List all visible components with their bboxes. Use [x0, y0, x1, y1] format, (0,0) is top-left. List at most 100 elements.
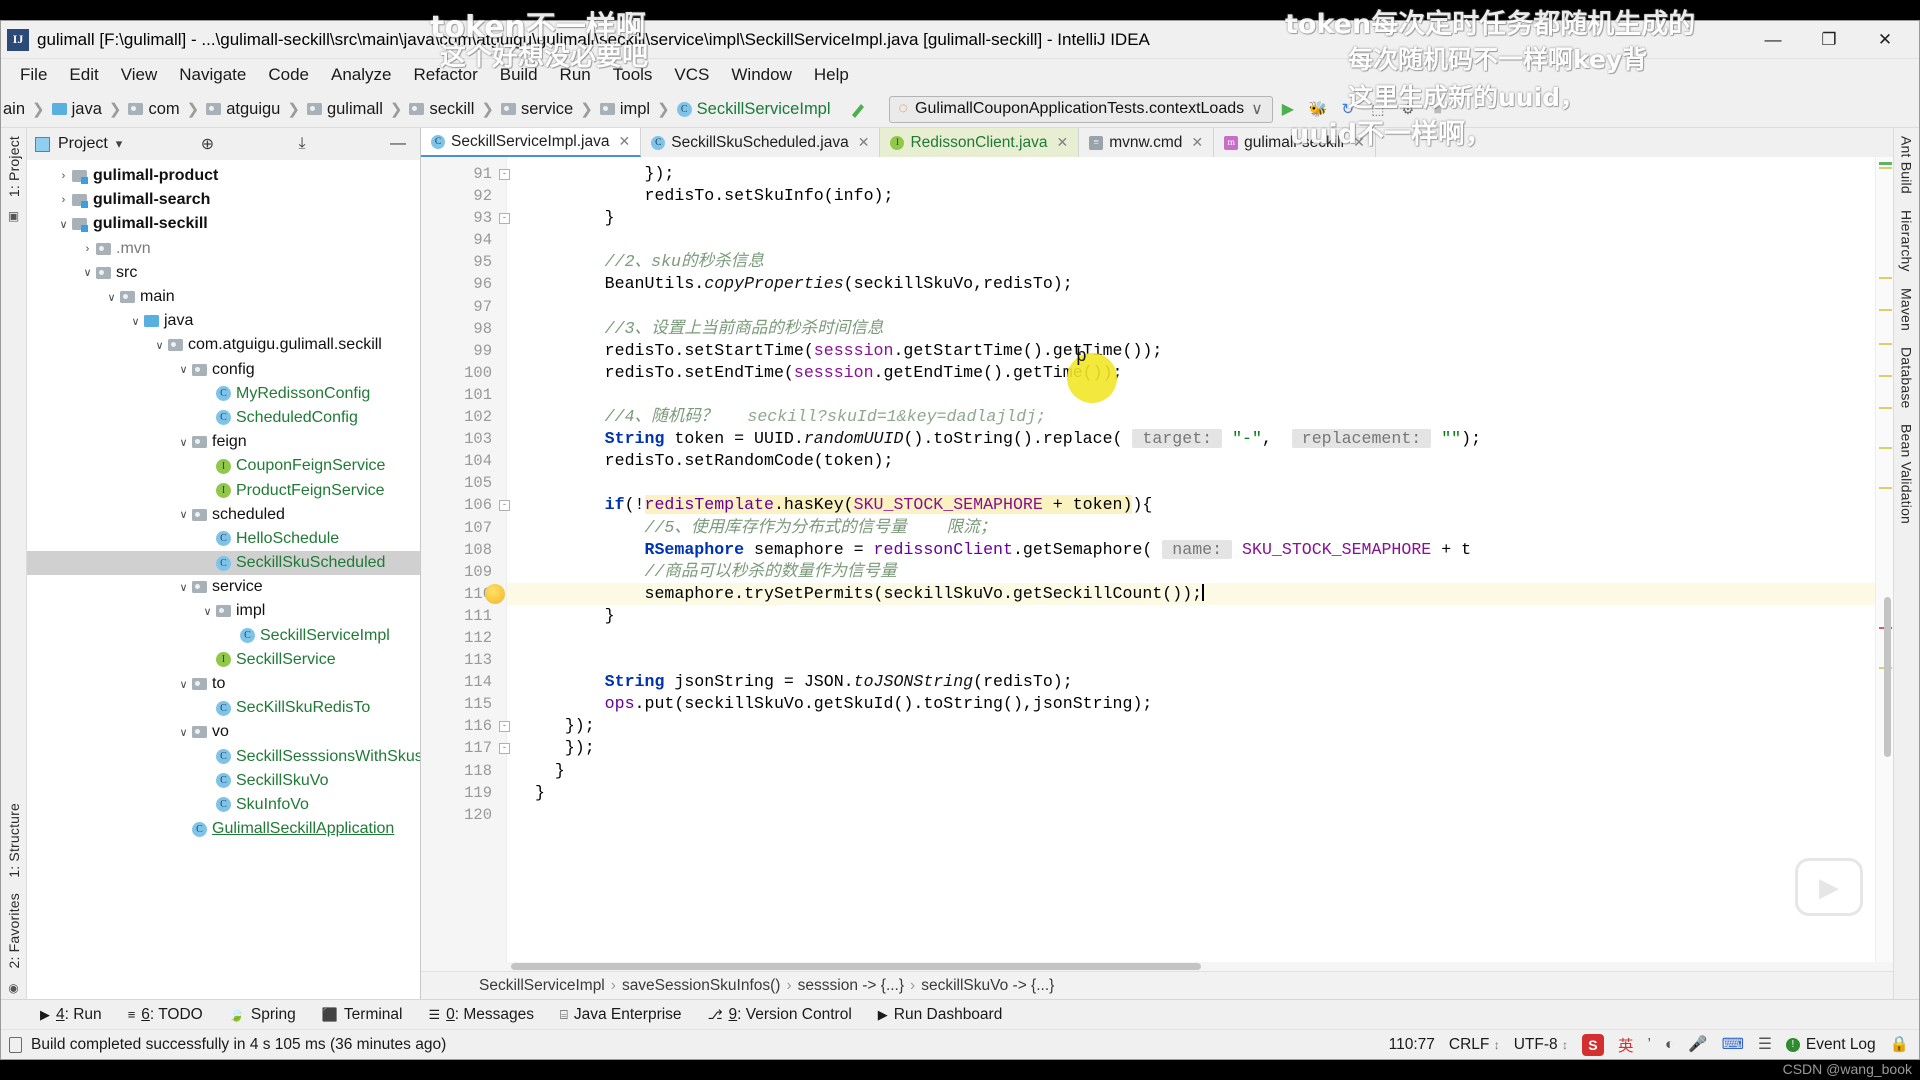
code-line[interactable]: redisTo.setSkuInfo(info); — [507, 185, 1875, 207]
close-tab-icon[interactable]: ✕ — [1056, 134, 1068, 151]
ime-mode-icon[interactable]: ◐ — [1665, 1036, 1674, 1054]
chevron-down-icon[interactable]: ∨ — [175, 508, 192, 521]
tool-window-database[interactable]: Database — [1899, 339, 1915, 417]
web-icon[interactable]: ◉ — [8, 981, 18, 995]
tool-window-button[interactable]: 🍃 Spring — [216, 1006, 309, 1024]
line-number[interactable]: 108 — [421, 539, 506, 561]
breadcrumb-item-gulimall[interactable]: gulimall — [327, 100, 383, 119]
keyboard-icon[interactable]: ⌨ — [1722, 1035, 1744, 1054]
tool-window-project[interactable]: 1: Project — [6, 128, 22, 205]
code-line[interactable] — [507, 229, 1875, 251]
tree-node[interactable]: C SeckillSkuVo — [27, 769, 420, 793]
tree-node[interactable]: ∨ gulimall-seckill — [27, 212, 420, 236]
tree-node[interactable]: ∨ feign — [27, 430, 420, 454]
run-button[interactable]: ▶ — [1275, 96, 1301, 122]
line-number[interactable]: 111 — [421, 605, 506, 627]
breadcrumb-item-service[interactable]: service — [521, 100, 573, 119]
chevron-down-icon[interactable]: ∨ — [151, 339, 168, 352]
intention-bulb-icon[interactable] — [485, 583, 505, 604]
line-number[interactable]: 102 — [421, 406, 506, 428]
line-number[interactable]: 107 — [421, 517, 506, 539]
close-button[interactable]: ✕ — [1857, 23, 1913, 57]
line-number[interactable]: 104 — [421, 450, 506, 472]
chevron-down-icon[interactable]: ∨ — [1251, 99, 1263, 119]
line-number[interactable]: 99 — [421, 340, 506, 362]
menu-vcs[interactable]: VCS — [663, 61, 720, 89]
code-line[interactable]: } — [507, 207, 1875, 229]
tool-window-button[interactable]: ⎇ 9: Version Control — [695, 1006, 865, 1024]
coverage-button[interactable]: ⬚ — [1365, 96, 1391, 122]
line-number[interactable]: 112 — [421, 627, 506, 649]
line-number[interactable]: 114 — [421, 671, 506, 693]
tree-node[interactable]: I SeckillService — [27, 648, 420, 672]
maximize-button[interactable]: ❐ — [1801, 23, 1857, 57]
line-number[interactable]: 110 — [421, 583, 506, 605]
lock-icon[interactable]: 🔒 — [1890, 1035, 1909, 1054]
tool-window-ant-build[interactable]: Ant Build — [1899, 128, 1915, 202]
line-separator[interactable]: CRLF ↕ — [1449, 1036, 1500, 1054]
code-line[interactable]: RSemaphore semaphore = redissonClient.ge… — [507, 539, 1875, 561]
editor-breadcrumb-item[interactable]: sesssion -> {...} — [798, 977, 904, 995]
menu-file[interactable]: File — [9, 61, 58, 89]
chevron-down-icon[interactable]: ∨ — [103, 291, 120, 304]
chevron-down-icon[interactable]: ∨ — [175, 436, 192, 449]
close-tab-icon[interactable]: ✕ — [858, 134, 870, 151]
chevron-down-icon[interactable]: ∨ — [199, 605, 216, 618]
code-line[interactable]: //3、设置上当前商品的秒杀时间信息 — [507, 318, 1875, 340]
chevron-down-icon[interactable]: ∨ — [127, 315, 144, 328]
editor-breadcrumb-item[interactable]: seckillSkuVo -> {...} — [921, 977, 1054, 995]
menu-navigate[interactable]: Navigate — [168, 61, 257, 89]
line-number[interactable]: 116- — [421, 715, 510, 737]
tree-node[interactable]: ∨ to — [27, 672, 420, 696]
code-line[interactable]: }); — [507, 737, 1875, 759]
tree-node[interactable]: › gulimall-product — [27, 164, 420, 188]
tree-node[interactable]: ∨ com.atguigu.gulimall.seckill — [27, 333, 420, 357]
code-line[interactable] — [507, 384, 1875, 406]
line-number[interactable]: 93- — [421, 207, 510, 229]
code-editor[interactable]: ϸ }); redisTo.setSkuInfo(info); } //2、sk… — [507, 157, 1875, 962]
tool-window-button[interactable]: ⌸ Java Enterprise — [547, 1006, 695, 1024]
line-number[interactable]: 117- — [421, 737, 510, 759]
tool-window-button[interactable]: ≡ 6: TODO — [115, 1006, 216, 1024]
code-line[interactable]: String jsonString = JSON.toJSONString(re… — [507, 671, 1875, 693]
tool-window-button[interactable]: ▶ Run Dashboard — [865, 1006, 1016, 1024]
menu-edit[interactable]: Edit — [58, 61, 109, 89]
microphone-icon[interactable]: 🎤 — [1688, 1035, 1707, 1054]
sogou-ime-icon[interactable]: S — [1581, 1033, 1604, 1056]
tree-node[interactable]: C SeckillSesssionsWithSkus — [27, 745, 420, 769]
code-line[interactable] — [507, 627, 1875, 649]
chevron-down-icon[interactable]: ∨ — [55, 218, 72, 231]
tool-window-bean-validation[interactable]: Bean Validation — [1899, 416, 1915, 532]
menu-code[interactable]: Code — [257, 61, 320, 89]
code-line[interactable]: BeanUtils.copyProperties(seckillSkuVo,re… — [507, 273, 1875, 295]
code-line[interactable] — [507, 296, 1875, 318]
line-number[interactable]: 91- — [421, 163, 510, 185]
line-number[interactable]: 105 — [421, 472, 506, 494]
tree-node[interactable]: C GulimallSeckillApplication — [27, 817, 420, 841]
breadcrumb-item-main[interactable]: ain — [3, 100, 25, 119]
editor-tab[interactable]: I RedissonClient.java ✕ — [880, 128, 1080, 157]
tree-node[interactable]: C MyRedissonConfig — [27, 382, 420, 406]
menu-view[interactable]: View — [110, 61, 169, 89]
tool-window-button[interactable]: ▶ 4: Run — [27, 1006, 115, 1024]
editor-breadcrumb-item[interactable]: saveSessionSkuInfos() — [622, 977, 781, 995]
code-line[interactable]: if(!redisTemplate.hasKey(SKU_STOCK_SEMAP… — [507, 494, 1875, 516]
close-tab-icon[interactable]: ✕ — [619, 133, 631, 150]
tree-node[interactable]: ∨ main — [27, 285, 420, 309]
chevron-right-icon[interactable]: › — [55, 194, 72, 206]
chevron-down-icon[interactable]: ∨ — [175, 363, 192, 376]
breadcrumb-item-seckill[interactable]: seckill — [429, 100, 474, 119]
code-line[interactable]: redisTo.setRandomCode(token); — [507, 450, 1875, 472]
line-number[interactable]: 96 — [421, 273, 506, 295]
breadcrumb-item-class[interactable]: SeckillServiceImpl — [697, 100, 831, 119]
close-tab-icon[interactable]: ✕ — [1191, 134, 1203, 151]
line-number[interactable]: 101 — [421, 384, 506, 406]
tree-node[interactable]: ∨ scheduled — [27, 503, 420, 527]
code-line[interactable]: redisTo.setStartTime(sesssion.getStartTi… — [507, 340, 1875, 362]
code-line[interactable]: }); — [507, 715, 1875, 737]
line-number[interactable]: 92 — [421, 185, 506, 207]
line-number[interactable]: 94 — [421, 229, 506, 251]
tree-node[interactable]: ∨ impl — [27, 599, 420, 623]
menu-analyze[interactable]: Analyze — [320, 61, 402, 89]
tree-node[interactable]: › gulimall-search — [27, 188, 420, 212]
